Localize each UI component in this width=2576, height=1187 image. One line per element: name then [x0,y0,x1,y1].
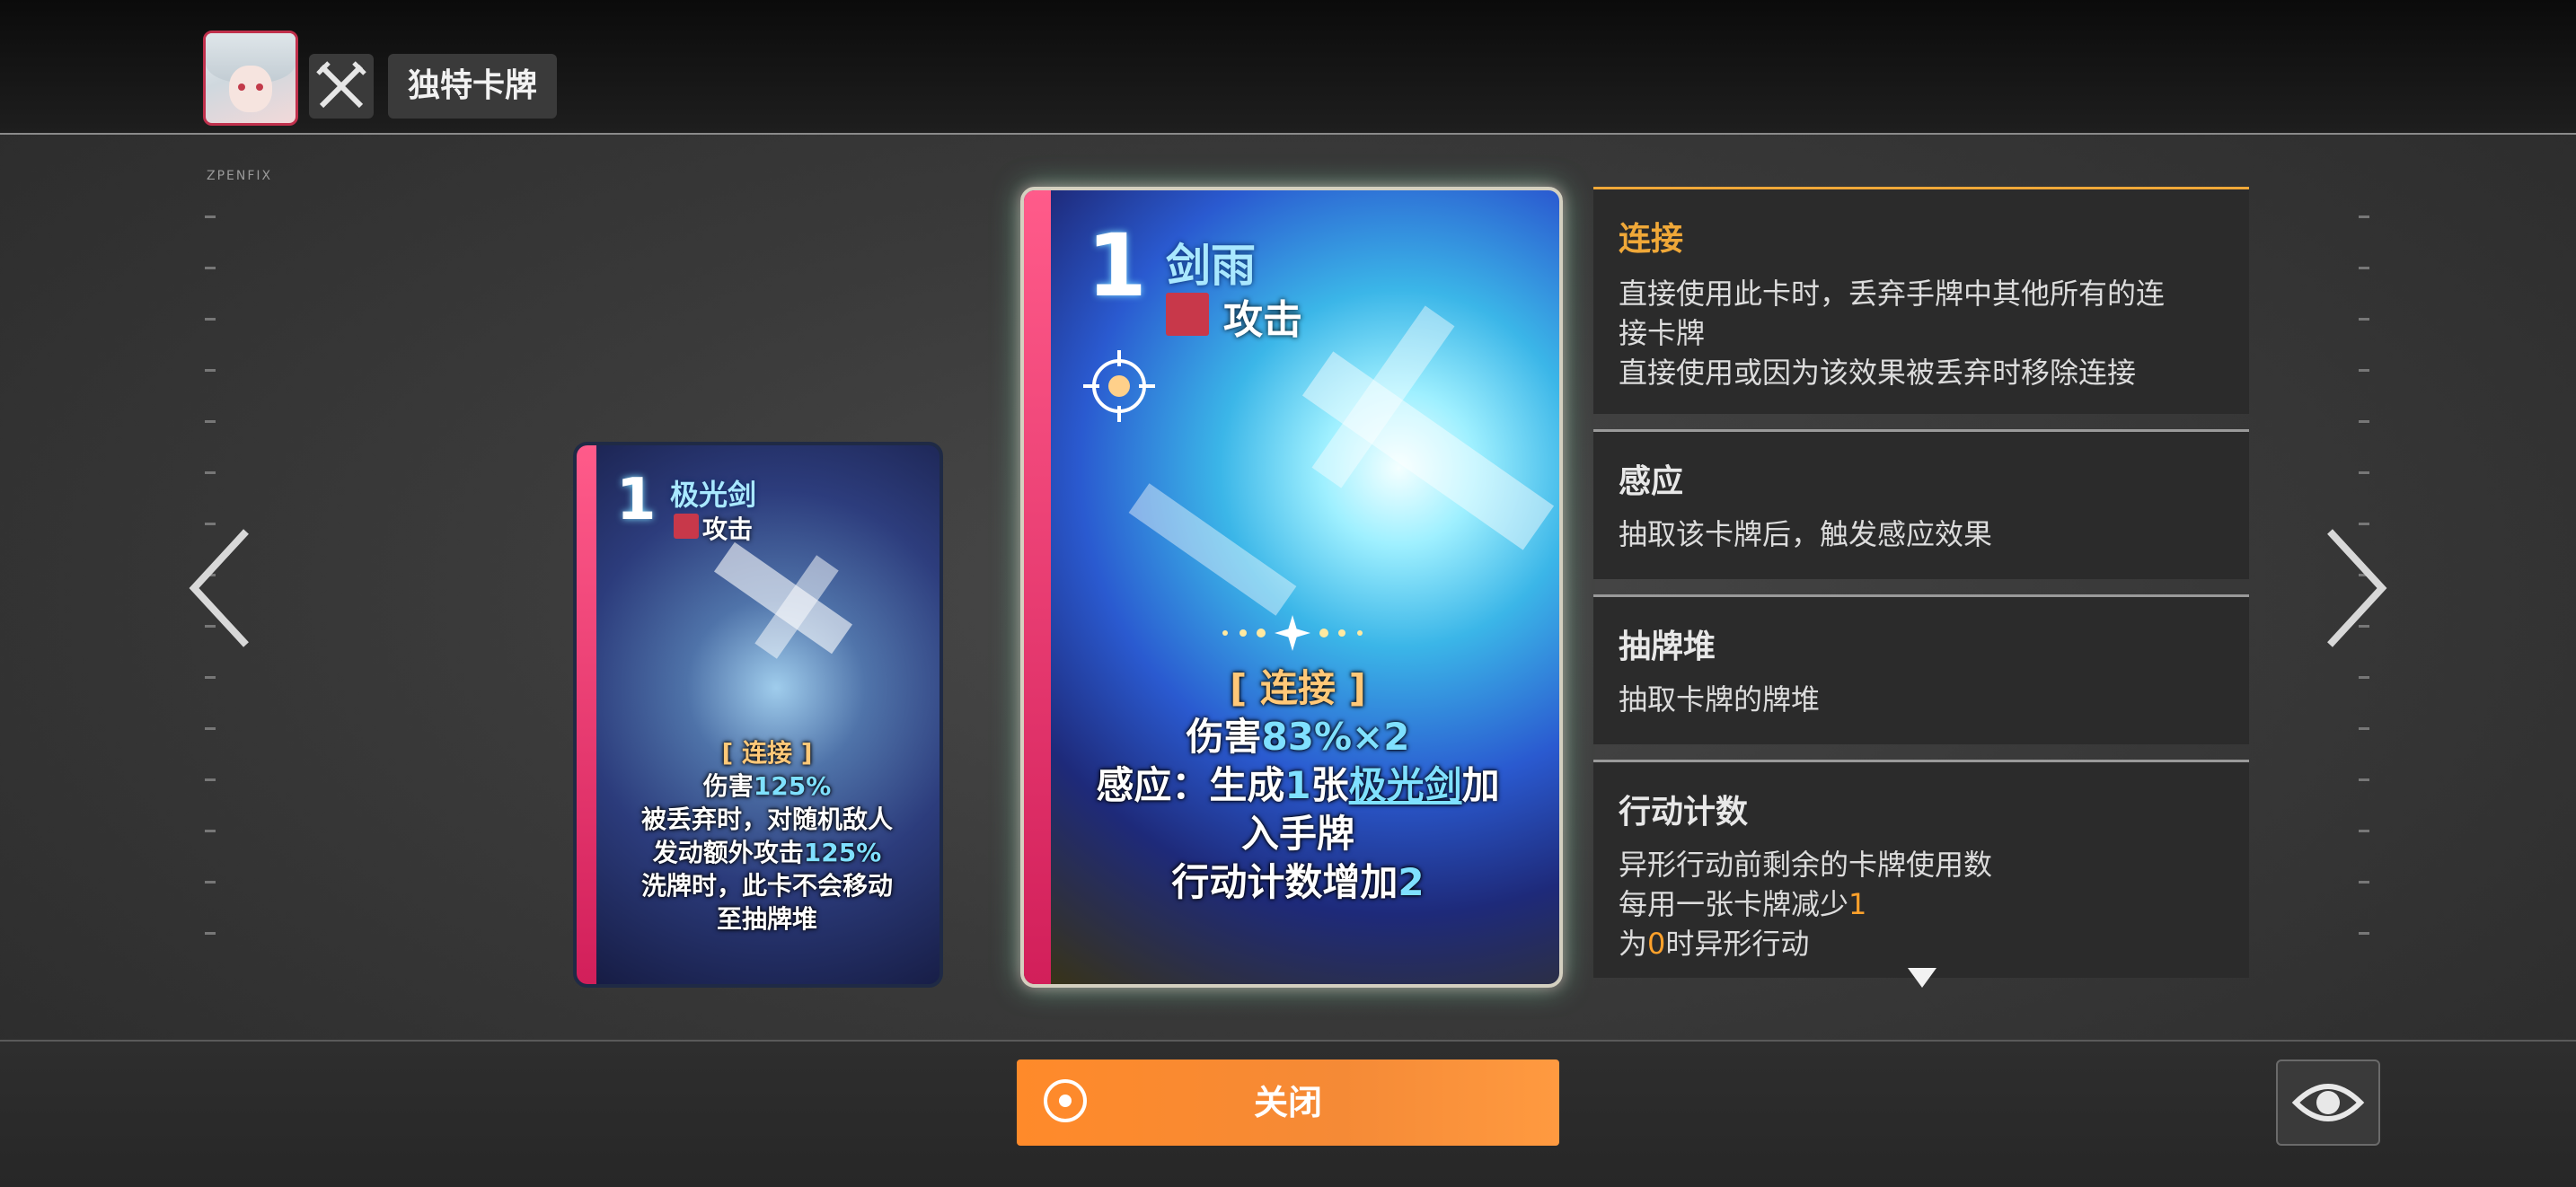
keyword-panel-draw-pile: 抽牌堆 抽取卡牌的牌堆 [1593,594,2249,744]
keyword-panel-action-count: 行动计数 异形行动前剩余的卡牌使用数 每用一张卡牌减少1 为0时异形行动 [1593,760,2249,978]
decor-label: ZPENFIX [207,169,273,183]
card-type: 攻击 [1223,297,1302,343]
desc-line: 发动额外攻击125% [652,838,882,867]
keyword-title: 行动计数 [1619,794,1749,831]
desc-line: 伤害125% [702,771,832,801]
confirm-ring-icon [1044,1079,1087,1122]
sparkle-divider-icon [1189,611,1396,655]
target-crosshair-icon [1081,348,1157,424]
card-rarity-stripe [577,445,596,984]
card-name: 极光剑 [670,478,757,512]
card-description: [ 连接 ] 伤害83%×2 感应：生成1张极光剑加 入手牌 行动计数增加2 [1060,664,1536,907]
desc-line: 入手牌 [1240,812,1354,856]
close-button-label: 关闭 [1253,1083,1322,1122]
top-bar [0,0,2576,135]
card-rarity-stripe [1024,190,1051,984]
keyword-panel-sense: 感应 抽取该卡牌后，触发感应效果 [1593,429,2249,579]
keyword-description: 抽取卡牌的牌堆 [1619,682,1821,717]
keyword-tag: [ 连接 ] [721,738,813,768]
linked-card-name: 极光剑 [1348,763,1462,807]
desc-line: 至抽牌堆 [716,904,817,934]
scroll-down-indicator-icon[interactable] [1908,968,1936,988]
card-description: [ 连接 ] 伤害125% 被丢弃时，对随机敌人 发动额外攻击125% 洗牌时，… [604,736,931,936]
desc-line: 行动计数增加2 [1171,860,1425,904]
keyword-title: 感应 [1619,463,1684,500]
desc-line: 被丢弃时，对随机敌人 [640,805,893,834]
keyword-description: 抽取该卡牌后，触发感应效果 [1619,517,1993,551]
eye-icon [2291,1084,2365,1121]
crossed-swords-icon [309,54,374,119]
keyword-title: 抽牌堆 [1619,629,1716,665]
keyword-title: 连接 [1619,221,1684,258]
keyword-description: 直接使用此卡时，丢弃手牌中其他所有的连 接卡牌 直接使用或因为该效果被丢弃时移除… [1619,277,2166,390]
next-card-arrow-icon[interactable] [2316,521,2396,655]
desc-line: 伤害83%×2 [1186,715,1410,759]
card-type: 攻击 [702,514,754,544]
character-avatar[interactable] [203,31,298,126]
keyword-tag: [ 连接 ] [1230,666,1366,710]
avatar-eye-left [238,84,245,91]
selected-card-sword-rain[interactable]: 1 剑雨 攻击 [ 连接 ] 伤害83%×2 感应：生成1张极光剑加 入手牌 行… [1020,187,1563,988]
page-title: 独特卡牌 [388,54,557,119]
card-cost: 1 [616,467,657,533]
attack-type-icon [674,514,699,539]
card-name: 剑雨 [1166,240,1256,292]
avatar-eye-right [256,84,263,91]
eye-toggle-button[interactable] [2276,1060,2380,1146]
card-art-shard [1128,483,1297,616]
keyword-panel-link: 连接 直接使用此卡时，丢弃手牌中其他所有的连 接卡牌 直接使用或因为该效果被丢弃… [1593,187,2249,414]
desc-line: 感应：生成1张极光剑加 [1096,763,1500,807]
card-cost: 1 [1087,215,1147,316]
previous-card-arrow-icon[interactable] [180,521,260,655]
attack-type-icon [1166,293,1209,336]
close-button[interactable]: 关闭 [1017,1060,1559,1146]
desc-line: 洗牌时，此卡不会移动 [640,871,893,901]
avatar-face [229,66,272,112]
generated-card-aurora-sword[interactable]: 1 极光剑 攻击 [ 连接 ] 伤害125% 被丢弃时，对随机敌人 发动额外攻击… [573,442,943,988]
keyword-description: 异形行动前剩余的卡牌使用数 每用一张卡牌减少1 为0时异形行动 [1619,848,1993,961]
